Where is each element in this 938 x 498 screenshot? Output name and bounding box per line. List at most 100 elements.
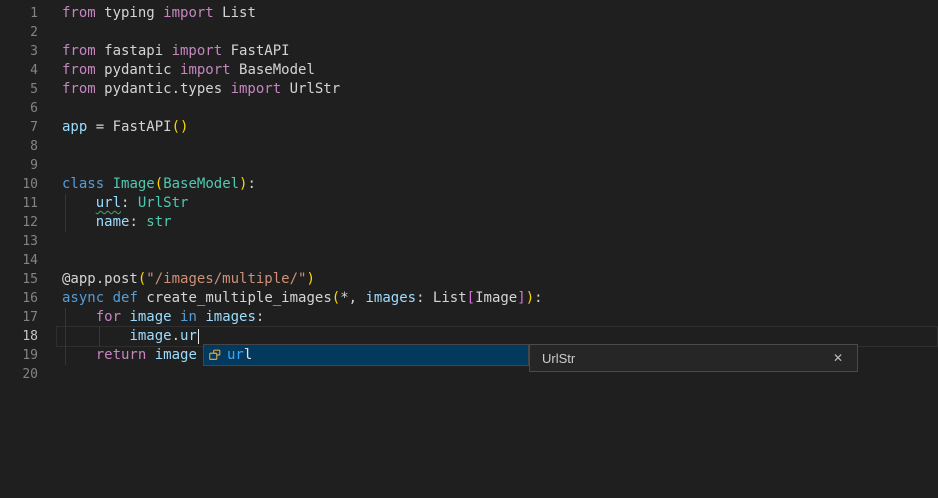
- line-number: 2: [0, 23, 38, 42]
- code-line[interactable]: 11 url: UrlStr: [0, 194, 938, 213]
- token-fg: BaseModel: [231, 62, 315, 78]
- token-kw: in: [180, 309, 197, 325]
- token-flow: import: [180, 62, 231, 78]
- autocomplete-popup: url: [203, 344, 529, 366]
- code-line[interactable]: 6: [0, 99, 938, 118]
- line-number: 1: [0, 4, 38, 23]
- token-type: Image: [113, 176, 155, 192]
- token-flow: for: [96, 309, 121, 325]
- token-br1: (: [332, 290, 340, 306]
- token-var: image: [155, 347, 197, 363]
- token-fg: fastapi: [96, 43, 172, 59]
- line-number: 10: [0, 175, 38, 194]
- text-cursor: [198, 329, 200, 344]
- token-fg: *,: [340, 290, 365, 306]
- token-fg: [62, 328, 129, 344]
- code-line[interactable]: 10 class Image(BaseModel):: [0, 175, 938, 194]
- line-number: 13: [0, 232, 38, 251]
- code-line[interactable]: 14: [0, 251, 938, 270]
- line-number: 7: [0, 118, 38, 137]
- token-fg: = FastAPI: [87, 119, 171, 135]
- line-number: 20: [0, 365, 38, 384]
- token-fg: [62, 309, 96, 325]
- line-number: 6: [0, 99, 38, 118]
- line-number: 18: [0, 327, 38, 346]
- token-flow: from: [62, 43, 96, 59]
- close-icon[interactable]: ✕: [831, 350, 845, 366]
- autocomplete-detail-text: UrlStr: [542, 351, 575, 366]
- token-br2: ]: [517, 290, 525, 306]
- token-br1: (: [155, 176, 163, 192]
- token-kw: async: [62, 290, 104, 306]
- token-br1: ): [526, 290, 534, 306]
- code-line[interactable]: 17 for image in images:: [0, 308, 938, 327]
- token-str: "/images/multiple/": [146, 271, 306, 287]
- token-fg: [104, 290, 112, 306]
- token-type: UrlStr: [138, 195, 189, 211]
- code-line[interactable]: 4from pydantic import BaseModel: [0, 61, 938, 80]
- token-fg: [62, 214, 96, 230]
- token-var: ur: [180, 328, 197, 344]
- token-fg: :: [256, 309, 264, 325]
- line-number: 19: [0, 346, 38, 365]
- code-line[interactable]: 13: [0, 232, 938, 251]
- code-line[interactable]: 7 app = FastAPI(): [0, 118, 938, 137]
- token-flow: from: [62, 81, 96, 97]
- code-line[interactable]: 16 async def create_multiple_images(*, im…: [0, 289, 938, 308]
- code-text: class Image(BaseModel):: [62, 175, 256, 194]
- code-line[interactable]: 12 name: str: [0, 213, 938, 232]
- autocomplete-item-url[interactable]: url: [204, 345, 528, 365]
- token-var: image: [129, 309, 171, 325]
- code-text: from pydantic.types import UrlStr: [62, 80, 340, 99]
- token-fg: FastAPI: [222, 43, 289, 59]
- token-fg: [104, 176, 112, 192]
- token-flow: import: [172, 43, 223, 59]
- autocomplete-match-text: ur: [227, 347, 244, 363]
- token-flow: import: [231, 81, 282, 97]
- autocomplete-detail-panel: UrlStr ✕: [529, 344, 858, 372]
- token-br1: (): [172, 119, 189, 135]
- code-text: for image in images:: [62, 308, 264, 327]
- token-fg: [62, 195, 96, 211]
- token-fg: [146, 347, 154, 363]
- code-editor[interactable]: 1 from typing import List 23 from fastapi i…: [0, 0, 938, 498]
- token-var: app: [62, 119, 87, 135]
- token-fg: : List: [416, 290, 467, 306]
- code-text: @app.post("/images/multiple/"): [62, 270, 315, 289]
- token-flow: from: [62, 62, 96, 78]
- line-number: 16: [0, 289, 38, 308]
- code-text: return image: [62, 346, 197, 365]
- token-fg: create_multiple_images: [138, 290, 332, 306]
- code-text: from fastapi import FastAPI: [62, 42, 290, 61]
- token-fg: pydantic.types: [96, 81, 231, 97]
- line-number: 8: [0, 137, 38, 156]
- code-line[interactable]: 2: [0, 23, 938, 42]
- token-fg: :: [534, 290, 542, 306]
- code-text: from typing import List: [62, 4, 256, 23]
- code-line[interactable]: 15 @app.post("/images/multiple/"): [0, 270, 938, 289]
- token-fg: :: [121, 195, 138, 211]
- token-fg: Image: [475, 290, 517, 306]
- token-fg: [172, 309, 180, 325]
- code-text: name: str: [62, 213, 172, 232]
- code-line[interactable]: 5from pydantic.types import UrlStr: [0, 80, 938, 99]
- code-text: image.ur: [62, 327, 197, 346]
- token-type: str: [146, 214, 171, 230]
- token-flow: import: [163, 5, 214, 21]
- code-line[interactable]: 1 from typing import List: [0, 4, 938, 23]
- token-br1: ): [306, 271, 314, 287]
- code-line[interactable]: 3 from fastapi import FastAPI: [0, 42, 938, 61]
- line-number: 15: [0, 270, 38, 289]
- token-fg: :: [247, 176, 255, 192]
- token-var: image: [129, 328, 171, 344]
- token-var: name: [96, 214, 130, 230]
- code-text: app = FastAPI(): [62, 118, 188, 137]
- code-text: async def create_multiple_images(*, imag…: [62, 289, 543, 308]
- code-line[interactable]: 8: [0, 137, 938, 156]
- token-type: BaseModel: [163, 176, 239, 192]
- token-fg: pydantic: [96, 62, 180, 78]
- line-number: 3: [0, 42, 38, 61]
- autocomplete-rest-text: l: [244, 347, 252, 363]
- token-fg: @app.post: [62, 271, 138, 287]
- code-line[interactable]: 9: [0, 156, 938, 175]
